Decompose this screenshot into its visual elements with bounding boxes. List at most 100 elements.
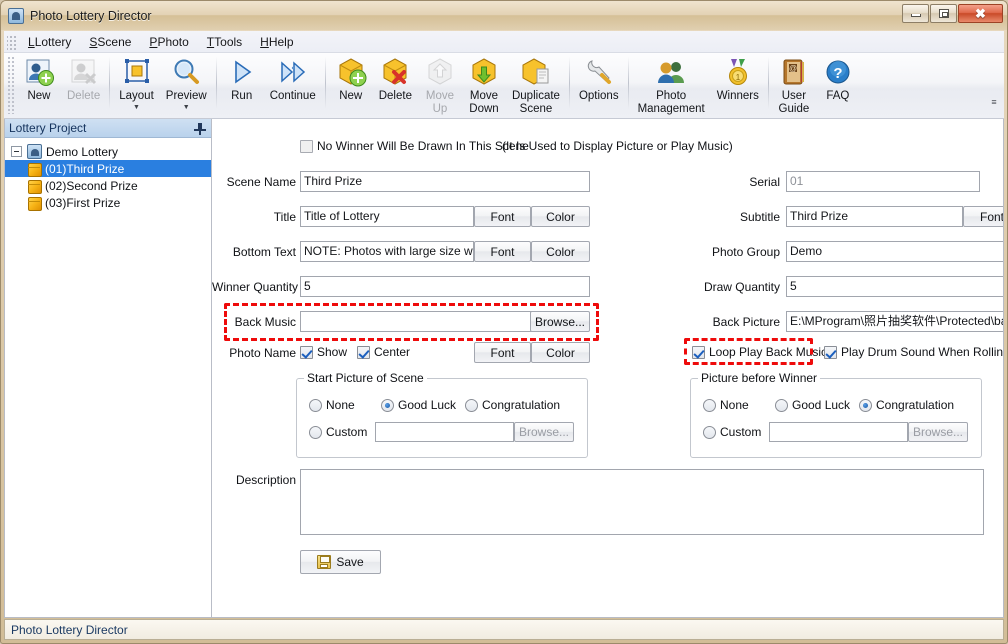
winner-quantity-input[interactable]: 5 [300, 276, 590, 297]
toolbar-label: Move Down [469, 90, 499, 115]
menu-grip-handle[interactable] [7, 33, 16, 50]
center-label: Center [374, 345, 411, 359]
tree-item-label: (03)First Prize [45, 195, 121, 210]
panel-header: Lottery Project [5, 119, 211, 138]
picture-before-winner-custom-input[interactable] [769, 422, 908, 442]
client-area: Lottery Project Demo Lottery (01)Third P… [4, 119, 1004, 618]
bottom-text-color-button[interactable]: Color [531, 241, 590, 262]
toolbar-group-run: Run Continue [220, 53, 322, 115]
toolbar-options-button[interactable]: Options [573, 53, 625, 115]
chevron-down-icon[interactable]: ▼ [183, 104, 190, 111]
tree-item-third-prize[interactable]: (01)Third Prize [5, 160, 211, 177]
toolbar-delete-scene-button[interactable]: Delete [373, 53, 418, 115]
toolbar-continue-button[interactable]: Continue [264, 53, 322, 115]
minimize-button[interactable] [902, 4, 929, 23]
toolbar-separator [627, 57, 629, 109]
menu-item-help[interactable]: HHelp [251, 32, 302, 52]
checkbox-box [692, 345, 705, 359]
box-duplicate-icon [520, 56, 552, 88]
scene-name-input[interactable]: Third Prize [300, 171, 590, 192]
book-icon: @ [778, 56, 810, 88]
box-move-down-icon [468, 56, 500, 88]
picture-before-winner-good-luck-radio[interactable]: Good Luck [775, 398, 850, 412]
bottom-text-font-button[interactable]: Font [474, 241, 531, 262]
pin-icon[interactable] [193, 121, 207, 135]
close-button[interactable]: ✖ [958, 4, 1003, 23]
back-music-input[interactable] [300, 311, 532, 332]
title-font-button[interactable]: Font [474, 206, 531, 227]
subtitle-font-button[interactable]: Font [963, 206, 1003, 227]
menu-item-tools[interactable]: TTools [198, 32, 251, 52]
bottom-text-input[interactable]: NOTE: Photos with large size will ma [300, 241, 474, 262]
toolbar-grip-handle[interactable] [7, 56, 15, 114]
tree-root-node[interactable]: Demo Lottery [5, 143, 211, 160]
toolbar-faq-button[interactable]: ? FAQ [816, 53, 860, 115]
status-bar: Photo Lottery Director [4, 619, 1004, 640]
start-picture-custom-radio[interactable]: Custom [309, 425, 367, 439]
toolbar-label: Run [231, 90, 253, 102]
toolbar-new-scene-button[interactable]: New [329, 53, 373, 115]
winner-quantity-label: Winner Quantity [212, 280, 299, 294]
picture-before-winner-congratulation-radio[interactable]: Congratulation [859, 398, 954, 412]
toolbar-layout-button[interactable]: Layout ▼ [113, 53, 160, 115]
menu-label-help: Help [268, 34, 294, 49]
expander-icon[interactable] [11, 146, 22, 157]
play-drum-sound-checkbox[interactable]: Play Drum Sound When Rolling P [824, 345, 1003, 359]
tree-root-label: Demo Lottery [46, 144, 119, 159]
chevron-down-icon[interactable]: ▼ [133, 104, 140, 111]
picture-before-winner-custom-radio[interactable]: Custom [703, 425, 761, 439]
menu-item-photo[interactable]: PPhoto [140, 32, 197, 52]
toolbar-new-lottery-button[interactable]: New [17, 53, 61, 115]
toolbar-group-options: Options [573, 53, 625, 115]
title-input[interactable]: Title of Lottery [300, 206, 474, 227]
play-icon [226, 56, 258, 88]
start-picture-good-luck-radio[interactable]: Good Luck [381, 398, 456, 412]
radio-box [309, 425, 322, 439]
toolbar-label: Winners [716, 90, 759, 102]
back-music-browse-button[interactable]: Browse... [530, 311, 590, 332]
description-textarea[interactable] [300, 469, 984, 535]
toolbar-user-guide-button[interactable]: @ User Guide [772, 53, 816, 115]
box-delete-icon [379, 56, 411, 88]
toolbar-overflow-button[interactable]: ≡ [988, 93, 1000, 111]
menu-item-scene[interactable]: SScene [80, 32, 140, 52]
toolbar-label: Preview [165, 90, 207, 102]
toolbar-run-button[interactable]: Run [220, 53, 264, 115]
toolbar-group-lottery: New Delete [17, 53, 106, 115]
photo-name-show-checkbox[interactable]: Show [300, 345, 347, 359]
toolbar-label: Delete [378, 90, 412, 102]
start-picture-congratulation-radio[interactable]: Congratulation [465, 398, 560, 412]
toolbar-move-up-button: Move Up [418, 53, 462, 115]
picture-before-winner-none-radio[interactable]: None [703, 398, 749, 412]
checkbox-box [357, 345, 370, 359]
serial-label: Serial [749, 175, 780, 189]
menu-item-lottery[interactable]: LLottery [19, 32, 80, 52]
toolbar-photo-management-button[interactable]: Photo Management [632, 53, 711, 115]
toolbar-label: Continue [269, 90, 316, 102]
photo-name-font-button[interactable]: Font [474, 342, 531, 363]
toolbar-preview-button[interactable]: Preview ▼ [160, 53, 213, 115]
photo-group-input[interactable]: Demo [786, 241, 1003, 262]
save-button[interactable]: Save [300, 550, 381, 574]
window-controls: ✖ [901, 4, 1003, 23]
start-picture-custom-input[interactable] [375, 422, 514, 442]
toolbar-move-down-button[interactable]: Move Down [462, 53, 506, 115]
photo-name-color-button[interactable]: Color [531, 342, 590, 363]
back-picture-input[interactable]: E:\MProgram\照片抽奖软件\Protected\back.jp [786, 311, 1003, 332]
photo-name-center-checkbox[interactable]: Center [357, 345, 410, 359]
scene-settings-form: No Winner Will Be Drawn In This Scene (I… [212, 119, 1003, 617]
title-color-button[interactable]: Color [531, 206, 590, 227]
toolbar-duplicate-scene-button[interactable]: Duplicate Scene [506, 53, 566, 115]
toolbar-separator [215, 57, 217, 109]
start-picture-none-radio[interactable]: None [309, 398, 355, 412]
subtitle-input[interactable]: Third Prize [786, 206, 963, 227]
tree-item-second-prize[interactable]: (02)Second Prize [5, 177, 211, 194]
draw-quantity-input[interactable]: 5 [786, 276, 1003, 297]
toolbar-winners-button[interactable]: 1 Winners [711, 53, 765, 115]
loop-play-back-music-checkbox[interactable]: Loop Play Back Music [692, 345, 827, 359]
maximize-button[interactable] [930, 4, 957, 23]
tree-item-first-prize[interactable]: (03)First Prize [5, 194, 211, 211]
radio-label: Custom [326, 425, 368, 439]
no-winner-checkbox[interactable]: No Winner Will Be Drawn In This Scene [300, 139, 529, 153]
radio-box [775, 398, 788, 412]
